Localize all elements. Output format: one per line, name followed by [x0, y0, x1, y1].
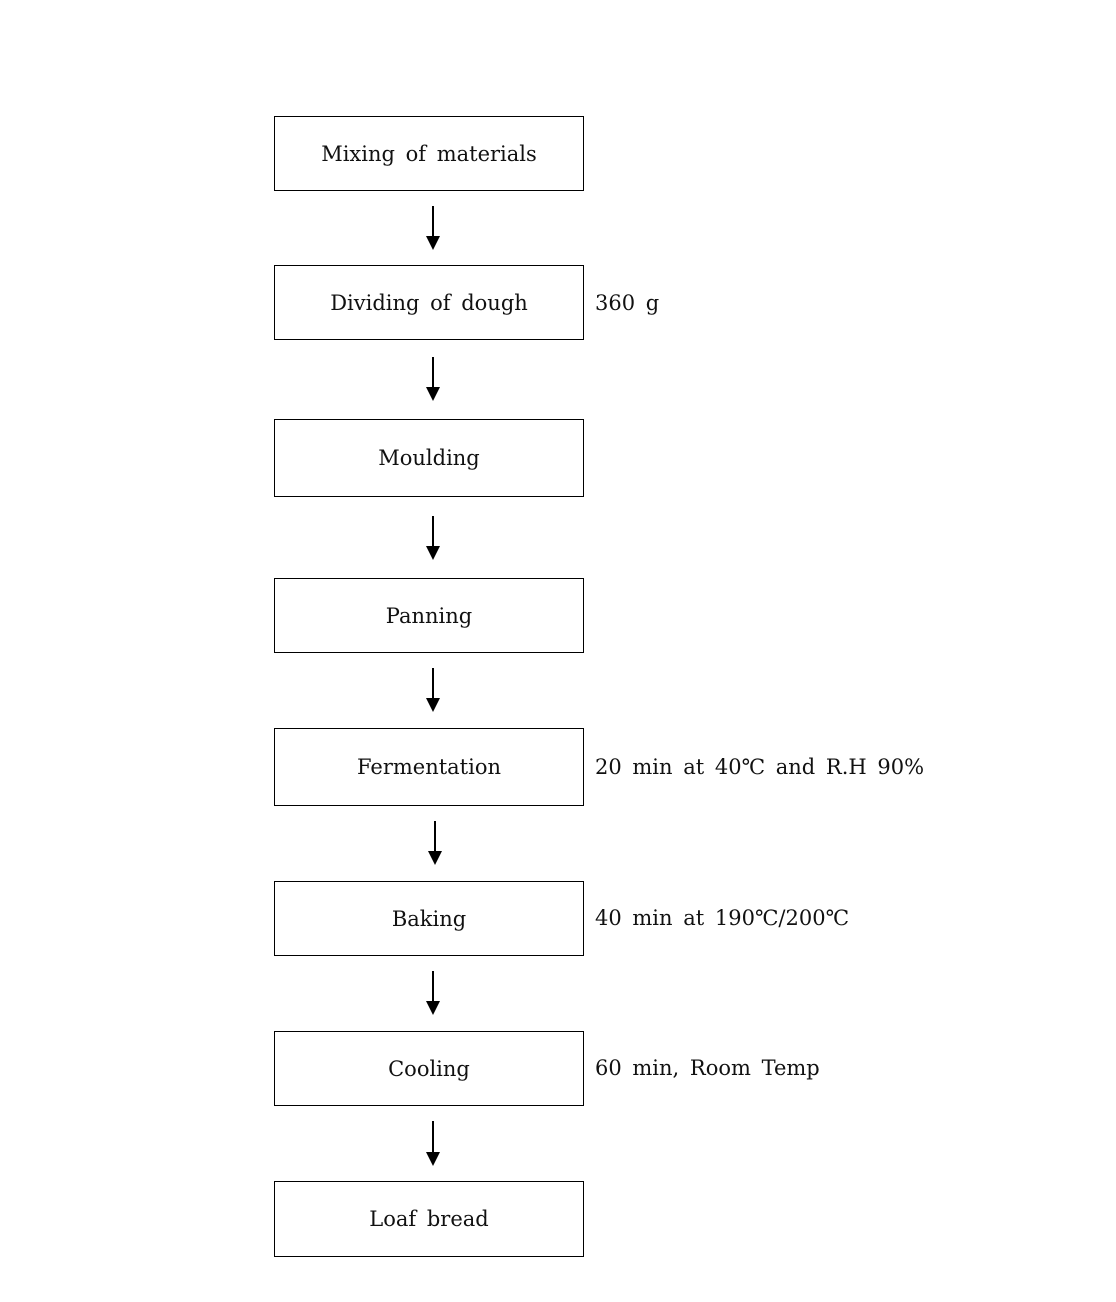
- step-note-baking: 40 min at 190℃/200℃: [595, 906, 850, 930]
- arrow-down-icon: [427, 821, 443, 865]
- step-dividing: Dividing of dough: [274, 265, 584, 340]
- step-label: Mixing of materials: [321, 141, 537, 166]
- step-loaf-bread: Loaf bread: [274, 1181, 584, 1257]
- step-label: Panning: [385, 603, 473, 628]
- arrow-down-icon: [425, 668, 441, 712]
- arrow-down-icon: [425, 516, 441, 560]
- step-panning: Panning: [274, 578, 584, 653]
- step-label: Fermentation: [356, 755, 502, 779]
- step-label: Moulding: [378, 446, 480, 470]
- step-fermentation: Fermentation: [274, 728, 584, 806]
- step-label: Cooling: [388, 1056, 470, 1081]
- arrow-down-icon: [425, 357, 441, 401]
- arrow-down-icon: [425, 971, 441, 1015]
- step-moulding: Moulding: [274, 419, 584, 497]
- arrow-down-icon: [425, 1121, 441, 1166]
- step-baking: Baking: [274, 881, 584, 956]
- step-note-cooling: 60 min, Room Temp: [595, 1056, 820, 1080]
- step-label: Dividing of dough: [330, 290, 528, 315]
- step-label: Loaf bread: [369, 1207, 489, 1231]
- step-label: Baking: [391, 906, 467, 931]
- step-note-dividing: 360 g: [595, 291, 660, 315]
- step-mixing: Mixing of materials: [274, 116, 584, 191]
- arrow-down-icon: [425, 206, 441, 250]
- step-note-fermentation: 20 min at 40℃ and R.H 90%: [595, 755, 925, 779]
- step-cooling: Cooling: [274, 1031, 584, 1106]
